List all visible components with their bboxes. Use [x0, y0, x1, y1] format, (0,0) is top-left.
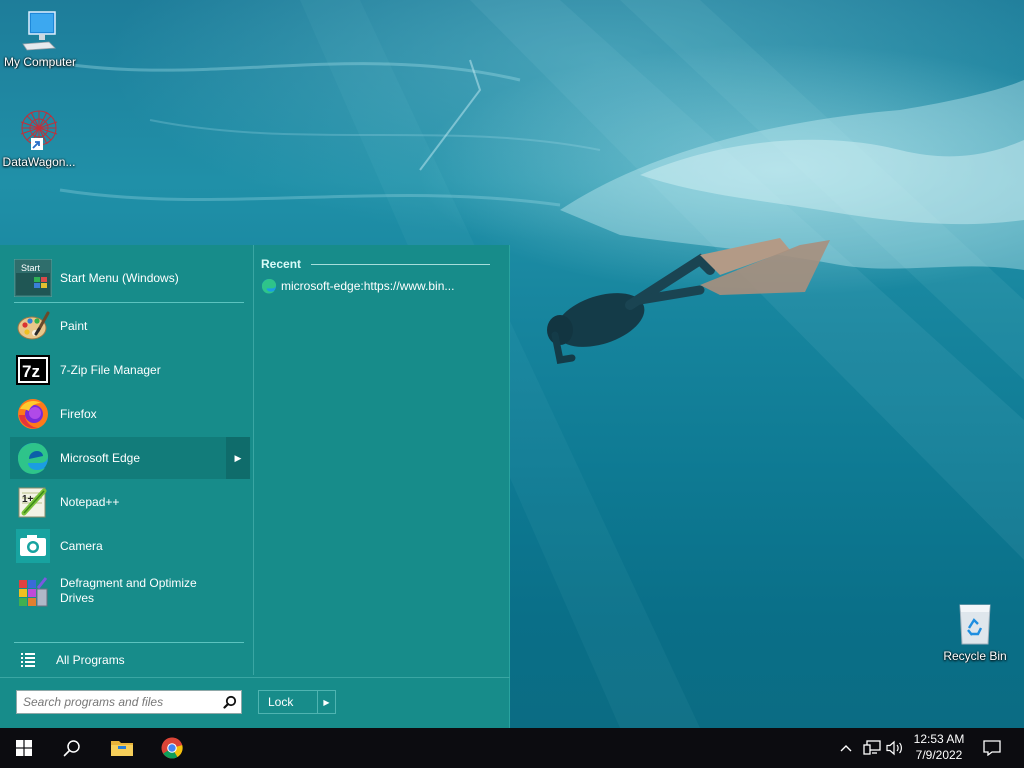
recent-item-label: microsoft-edge:https://www.bin... [281, 279, 455, 293]
recent-header-rule [311, 263, 490, 265]
pinned-item-label: 7-Zip File Manager [60, 362, 161, 377]
datawagon-desktop-icon[interactable]: DataWagon... [0, 108, 79, 169]
chrome-button[interactable] [148, 728, 196, 768]
pinned-item-label: Paint [60, 318, 88, 333]
taskbar: 12:53 AM 7/9/2022 [0, 728, 1024, 768]
notepadpp-icon: 1++ [14, 483, 52, 521]
pinned-item-paint[interactable]: Paint [10, 305, 246, 347]
recent-header: Recent [261, 257, 504, 271]
pinned-item-7zip[interactable]: 7z 7-Zip File Manager [10, 349, 246, 391]
list-icon [21, 653, 35, 667]
svg-text:7z: 7z [22, 362, 40, 381]
pinned-programs-pane: Start Start Menu (Windows) Paint 7z 7-Zi… [0, 245, 254, 675]
clock-time: 12:53 AM [913, 732, 965, 746]
pinned-item-label: Notepad++ [60, 494, 120, 509]
all-programs-button[interactable]: All Programs [14, 649, 244, 671]
camera-icon [14, 527, 52, 565]
lock-button-label: Lock [268, 695, 294, 709]
defrag-icon [14, 572, 52, 610]
pinned-item-label: Defragment and Optimize Drives [60, 576, 197, 605]
pinned-item-defragment[interactable]: Defragment and Optimize Drives [10, 569, 246, 613]
recent-pane: Recent microsoft-edge:https://www.bin... [255, 245, 510, 675]
chevron-right-icon: ▶ [234, 452, 242, 463]
volume-tray-button[interactable] [885, 740, 905, 756]
file-explorer-button[interactable] [98, 728, 146, 768]
lock-button[interactable]: Lock ▶ [258, 690, 336, 714]
recent-header-label: Recent [261, 257, 302, 271]
recycle-bin-desktop-icon[interactable]: Recycle Bin [935, 602, 1015, 663]
search-icon [63, 740, 80, 757]
search-button[interactable] [48, 728, 96, 768]
clock-date: 7/9/2022 [915, 748, 963, 762]
separator [14, 302, 244, 303]
paint-icon [14, 307, 52, 345]
search-box [16, 690, 242, 714]
action-center-icon [983, 740, 1001, 756]
pinned-item-firefox[interactable]: Firefox [10, 393, 246, 435]
pinned-item-label: Microsoft Edge [60, 450, 141, 465]
action-center-button[interactable] [982, 739, 1002, 757]
edge-icon [261, 278, 277, 294]
pinned-item-label: Camera [60, 538, 103, 553]
network-tray-button[interactable] [862, 740, 882, 756]
edge-submenu-arrow-button[interactable]: ▶ [226, 437, 250, 479]
chevron-up-icon [840, 745, 852, 752]
all-programs-label: All Programs [56, 653, 125, 667]
my-computer-desktop-icon[interactable]: My Computer [0, 8, 80, 69]
recycle-bin-icon [959, 604, 991, 645]
network-icon [863, 740, 881, 755]
chevron-right-icon: ▶ [323, 697, 330, 707]
start-menu-bottom-bar: Lock ▶ [0, 677, 510, 728]
pinned-item-microsoft-edge[interactable]: Microsoft Edge ▶ [10, 437, 250, 479]
separator [14, 642, 244, 643]
chrome-icon [161, 737, 183, 759]
desktop-icon-label: My Computer [3, 55, 77, 69]
firefox-icon [14, 395, 52, 433]
taskbar-clock[interactable]: 12:53 AM 7/9/2022 [906, 731, 972, 763]
datawagon-icon [20, 110, 58, 150]
desktop-icon-label: Recycle Bin [943, 649, 1007, 663]
pinned-item-notepadpp[interactable]: 1++ Notepad++ [10, 481, 246, 523]
volume-icon [886, 740, 902, 756]
start-menu: Start Start Menu (Windows) Paint 7z 7-Zi… [0, 245, 510, 728]
windows-logo-icon [16, 740, 32, 756]
start-icon-text: Start [21, 263, 41, 273]
computer-icon [22, 11, 56, 51]
search-input[interactable] [17, 692, 219, 712]
lock-options-arrow-button[interactable]: ▶ [317, 691, 335, 713]
pinned-item-camera[interactable]: Camera [10, 525, 246, 567]
pinned-item-start-menu-windows[interactable]: Start Start Menu (Windows) [10, 257, 246, 299]
desktop-icon-label: DataWagon... [2, 155, 76, 169]
edge-icon [14, 439, 52, 477]
start-menu-icon: Start [14, 259, 52, 297]
start-button[interactable] [0, 728, 48, 768]
7zip-icon: 7z [14, 351, 52, 389]
show-hidden-icons-button[interactable] [838, 740, 854, 756]
recent-item[interactable]: microsoft-edge:https://www.bin... [261, 277, 504, 295]
folder-icon [111, 741, 133, 756]
search-icon[interactable] [219, 695, 241, 709]
pinned-item-label: Start Menu (Windows) [60, 270, 179, 285]
pinned-item-label: Firefox [60, 406, 97, 421]
